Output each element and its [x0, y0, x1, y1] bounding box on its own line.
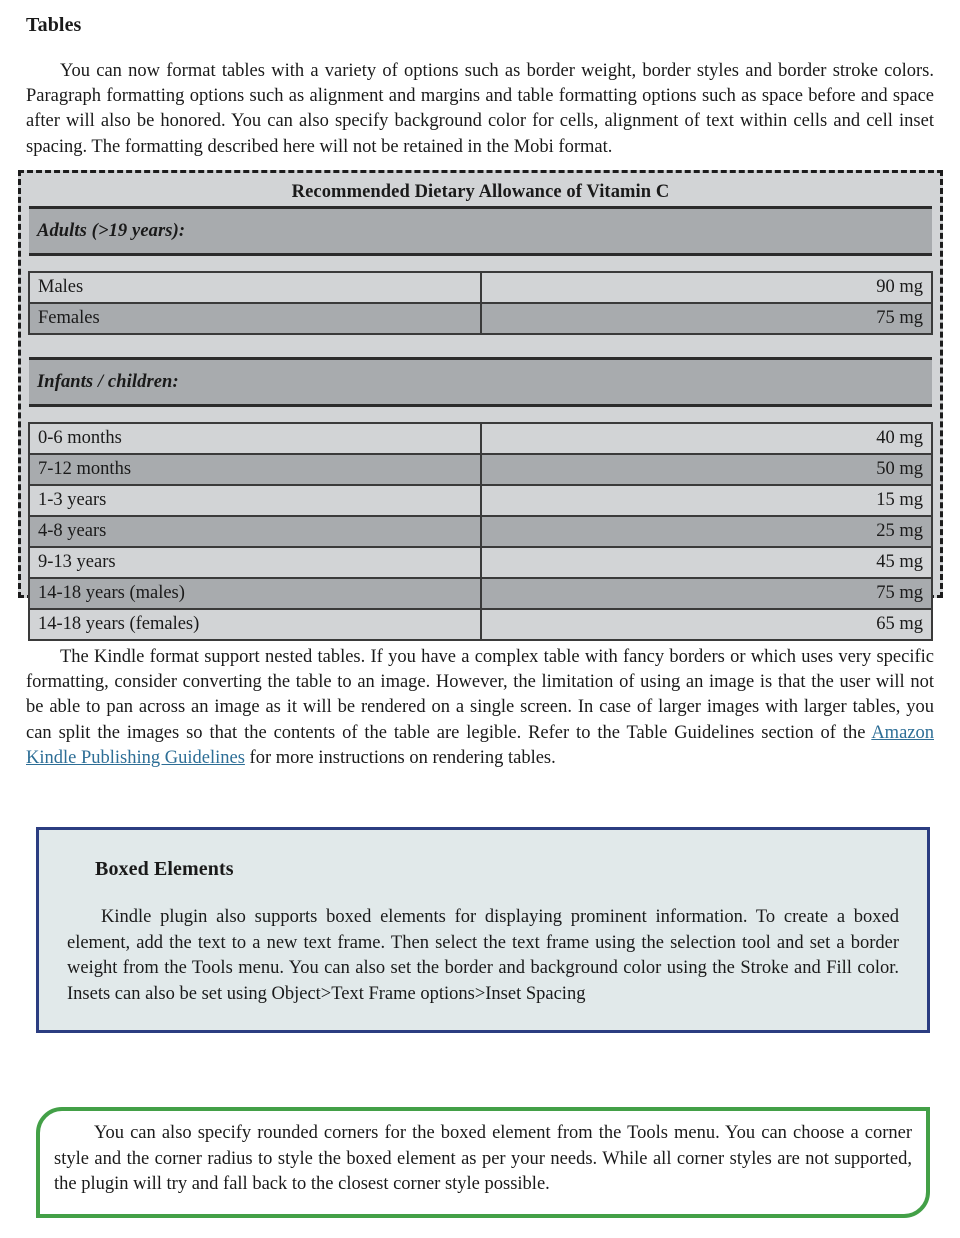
row-label: 7-12 months: [28, 453, 482, 486]
boxed-element-blue: Boxed Elements Kindle plugin also suppor…: [36, 827, 930, 1033]
document-page: Tables You can now format tables with a …: [0, 0, 960, 1238]
table-spacer: [29, 334, 932, 359]
table-row: 7-12 months 50 mg: [28, 453, 933, 486]
row-value: 25 mg: [479, 515, 933, 548]
rounded-box-paragraph: You can also specify rounded corners for…: [54, 1123, 912, 1195]
row-value: 50 mg: [479, 453, 933, 486]
spacer-cell: [29, 334, 932, 359]
table-group-header-adults: Adults (>19 years):: [29, 206, 932, 256]
paragraph-text-after-link: for more instructions on rendering table…: [244, 748, 556, 769]
table-group-header-infants: Infants / children:: [29, 357, 932, 407]
table-row: 9-13 years 45 mg: [28, 546, 933, 579]
table-spacer: [29, 405, 932, 423]
row-label: 9-13 years: [28, 546, 482, 579]
paragraph-text-before-link: The Kindle format support nested tables.…: [26, 646, 934, 743]
table-title: Recommended Dietary Allowance of Vitamin…: [29, 179, 932, 208]
row-value: 40 mg: [479, 422, 933, 455]
row-value: 90 mg: [479, 271, 933, 304]
table-row: 1-3 years 15 mg: [28, 484, 933, 517]
row-label: 4-8 years: [28, 515, 482, 548]
row-label: Females: [28, 302, 482, 335]
row-label: 1-3 years: [28, 484, 482, 517]
row-label: 14-18 years (males): [28, 577, 482, 610]
row-label: Males: [28, 271, 482, 304]
group-label: Adults (>19 years):: [29, 206, 932, 256]
row-value: 15 mg: [479, 484, 933, 517]
row-value: 45 mg: [479, 546, 933, 579]
spacer-cell: [29, 254, 932, 272]
table-row: 14-18 years (females) 65 mg: [28, 608, 933, 641]
table-row: Males 90 mg: [28, 271, 933, 304]
row-label: 14-18 years (females): [28, 608, 482, 641]
page-title: Tables: [26, 14, 82, 37]
table-row: 14-18 years (males) 75 mg: [28, 577, 933, 610]
row-value: 75 mg: [479, 577, 933, 610]
table-row: Females 75 mg: [28, 302, 933, 335]
table-body: Recommended Dietary Allowance of Vitamin…: [28, 179, 933, 641]
table-spacer: [29, 254, 932, 272]
group-label: Infants / children:: [29, 357, 932, 407]
row-value: 65 mg: [479, 608, 933, 641]
row-value: 75 mg: [479, 302, 933, 335]
intro-paragraph: You can now format tables with a variety…: [26, 60, 934, 157]
boxed-element-rounded-green: You can also specify rounded corners for…: [36, 1107, 930, 1218]
boxed-element-title: Boxed Elements: [95, 858, 234, 880]
nested-tables-paragraph: The Kindle format support nested tables.…: [26, 645, 934, 772]
table-row: 0-6 months 40 mg: [28, 422, 933, 455]
row-label: 0-6 months: [28, 422, 482, 455]
table-row: 4-8 years 25 mg: [28, 515, 933, 548]
vitamin-c-table-container: Recommended Dietary Allowance of Vitamin…: [18, 170, 943, 641]
vitamin-c-table: Recommended Dietary Allowance of Vitamin…: [28, 179, 933, 641]
boxed-element-paragraph: Kindle plugin also supports boxed elemen…: [67, 907, 899, 1004]
spacer-cell: [29, 405, 932, 423]
table-title-row: Recommended Dietary Allowance of Vitamin…: [29, 179, 932, 208]
